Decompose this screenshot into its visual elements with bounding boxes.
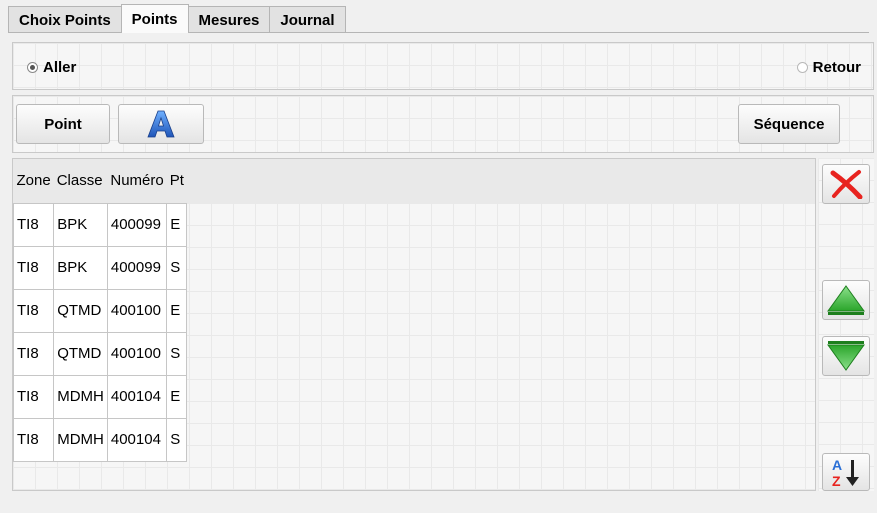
direction-panel: Aller Retour	[12, 42, 874, 90]
cell-zone: TI8	[12, 202, 55, 247]
radio-retour-label: Retour	[812, 59, 861, 76]
cell-classe: MDMH	[53, 417, 108, 462]
cell-pt: S	[166, 245, 188, 290]
cell-numero: 400099	[106, 202, 168, 247]
cell-numero: 400100	[106, 288, 168, 333]
cell-zone: TI8	[12, 245, 55, 290]
col-classe[interactable]: Classe	[54, 159, 108, 203]
cell-numero: 400100	[106, 331, 168, 376]
toolbar-panel: Point Séquence	[12, 95, 874, 153]
arrow-down-icon	[827, 341, 865, 371]
col-zone[interactable]: Zone	[14, 159, 54, 203]
font-button[interactable]	[118, 104, 204, 144]
radio-aller-label: Aller	[43, 59, 77, 76]
cell-classe: QTMD	[53, 331, 108, 376]
table-row[interactable]: TI8 BPK 400099 S	[12, 245, 188, 290]
points-table-panel: Zone Classe Numéro Pt TI8 BPK 400099 E T…	[12, 158, 816, 491]
radio-aller-indicator[interactable]	[27, 62, 38, 73]
move-up-button[interactable]	[822, 280, 870, 320]
table-header-row: Zone Classe Numéro Pt	[14, 159, 187, 203]
cell-zone: TI8	[12, 288, 55, 333]
cell-pt: E	[166, 374, 188, 419]
svg-text:A: A	[832, 457, 842, 473]
cell-numero: 400099	[106, 245, 168, 290]
cell-pt: S	[166, 417, 188, 462]
cell-zone: TI8	[12, 374, 55, 419]
delete-x-icon	[830, 170, 863, 199]
points-table: Zone Classe Numéro Pt TI8 BPK 400099 E T…	[12, 159, 188, 462]
tab-choix-points[interactable]: Choix Points	[8, 6, 122, 33]
cell-pt: E	[166, 202, 188, 247]
cell-pt: E	[166, 288, 188, 333]
table-row[interactable]: TI8 QTMD 400100 S	[12, 331, 188, 376]
table-row[interactable]: TI8 MDMH 400104 E	[12, 374, 188, 419]
cell-classe: QTMD	[53, 288, 108, 333]
cell-classe: BPK	[53, 245, 108, 290]
cell-numero: 400104	[106, 417, 168, 462]
cell-classe: BPK	[53, 202, 108, 247]
tab-bar: Choix Points Points Mesures Journal	[8, 4, 346, 33]
radio-retour-indicator[interactable]	[796, 62, 808, 73]
table-row[interactable]: TI8 QTMD 400100 E	[12, 288, 188, 333]
cell-zone: TI8	[12, 331, 55, 376]
cell-zone: TI8	[12, 417, 55, 462]
tab-mesures[interactable]: Mesures	[187, 6, 271, 33]
cell-numero: 400104	[106, 374, 168, 419]
sort-button[interactable]: A Z	[822, 453, 870, 491]
table-row[interactable]: TI8 BPK 400099 E	[12, 202, 188, 247]
sort-az-icon: A Z	[832, 457, 859, 488]
sequence-button[interactable]: Séquence	[738, 104, 840, 144]
col-pt[interactable]: Pt	[167, 159, 187, 203]
side-actions: A Z	[818, 158, 874, 491]
radio-retour[interactable]: Retour	[796, 59, 861, 76]
tab-journal[interactable]: Journal	[269, 6, 346, 33]
cell-classe: MDMH	[53, 374, 108, 419]
table-row[interactable]: TI8 MDMH 400104 S	[12, 417, 188, 462]
tab-points[interactable]: Points	[120, 4, 189, 33]
cell-pt: S	[166, 331, 188, 376]
font-a-icon	[147, 110, 175, 138]
radio-aller[interactable]: Aller	[27, 59, 76, 76]
svg-text:Z: Z	[832, 473, 841, 488]
arrow-up-icon	[827, 285, 865, 315]
col-numero[interactable]: Numéro	[107, 159, 166, 203]
move-down-button[interactable]	[822, 336, 870, 376]
delete-button[interactable]	[822, 164, 870, 204]
point-button[interactable]: Point	[16, 104, 110, 144]
